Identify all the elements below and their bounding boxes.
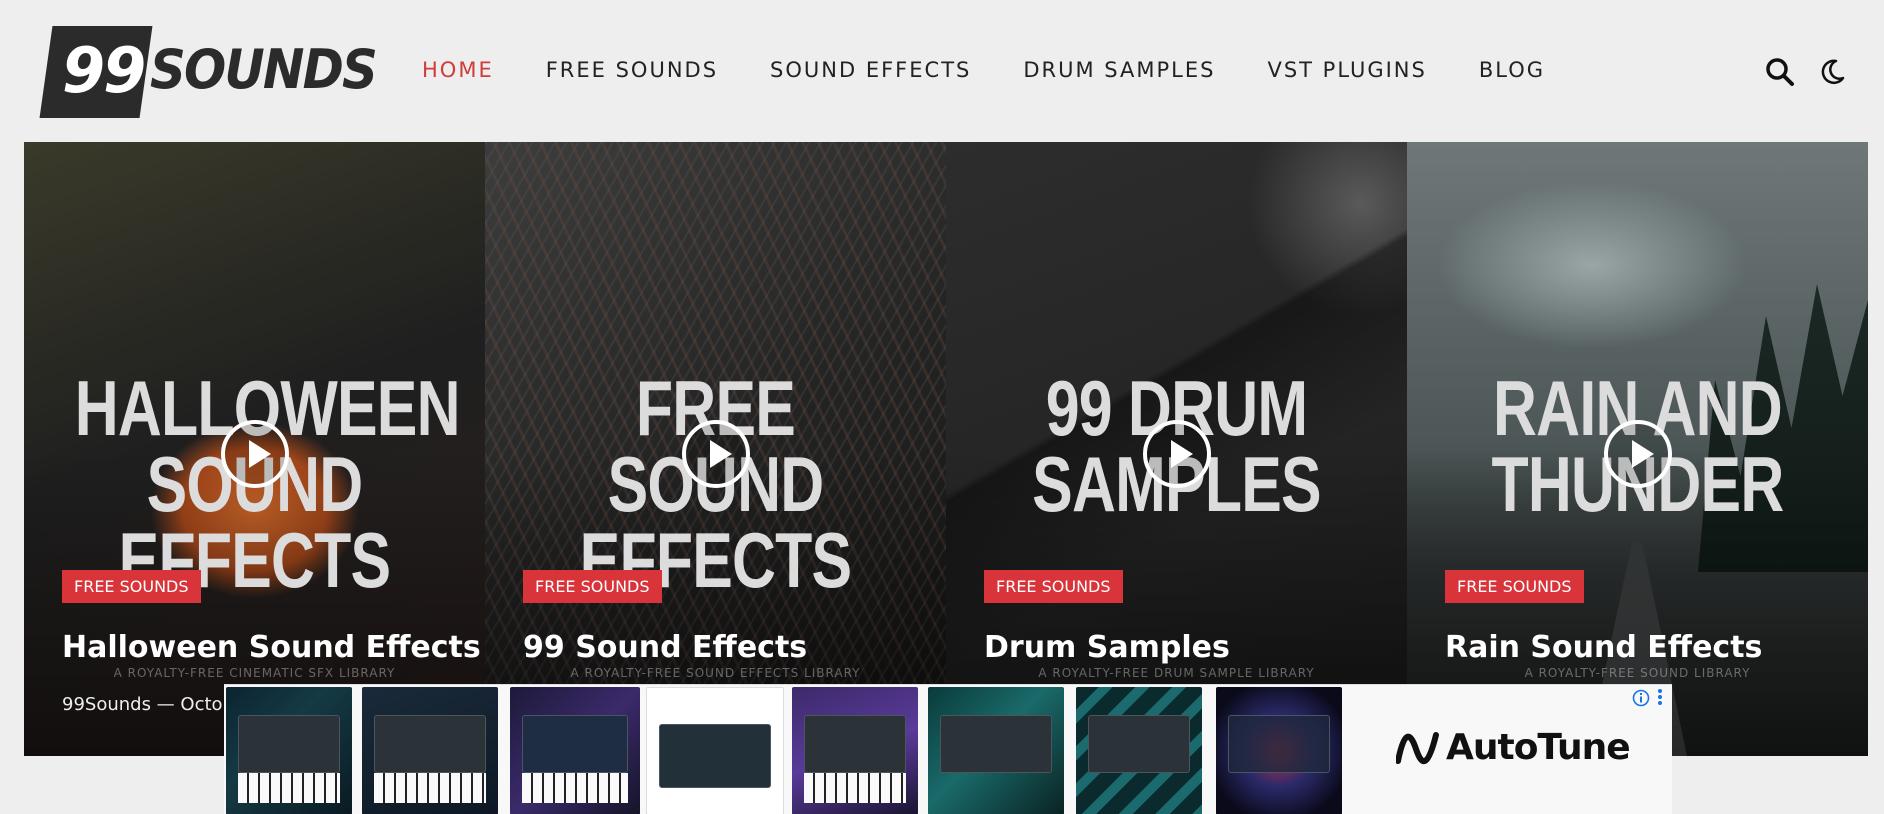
ad-thumbnail[interactable] bbox=[226, 687, 352, 814]
ad-thumbnail[interactable] bbox=[362, 687, 498, 814]
nav-drum-samples[interactable]: DRUM SAMPLES bbox=[1023, 58, 1215, 82]
ad-thumbnail[interactable] bbox=[1216, 687, 1342, 814]
play-icon[interactable] bbox=[220, 420, 289, 488]
card-artwork-subtitle: A ROYALTY-FREE CINEMATIC SFX LIBRARY bbox=[113, 666, 396, 680]
featured-card-rain[interactable]: RAIN AND THUNDER A ROYALTY-FREE SOUND LI… bbox=[1407, 142, 1868, 756]
card-meta: 99Sounds — Octob bbox=[62, 694, 234, 715]
ad-banner[interactable]: AutoTune bbox=[224, 684, 1672, 814]
card-artwork-subtitle: A ROYALTY-FREE DRUM SAMPLE LIBRARY bbox=[1038, 666, 1315, 680]
ad-brand[interactable]: AutoTune bbox=[1446, 727, 1631, 768]
main-nav: HOME FREE SOUNDS SOUND EFFECTS DRUM SAMP… bbox=[422, 58, 1597, 82]
card-title[interactable]: Halloween Sound Effects bbox=[62, 630, 481, 665]
nav-sound-effects[interactable]: SOUND EFFECTS bbox=[770, 58, 971, 82]
ad-thumbnail[interactable] bbox=[1076, 687, 1202, 814]
featured-carousel: HALLOWEEN SOUND EFFECTS A ROYALTY-FREE C… bbox=[24, 142, 1868, 756]
search-icon[interactable] bbox=[1764, 56, 1796, 88]
logo-word: SOUNDS bbox=[150, 38, 378, 101]
site-logo[interactable]: 99 SOUNDS bbox=[39, 26, 378, 118]
featured-card-halloween[interactable]: HALLOWEEN SOUND EFFECTS A ROYALTY-FREE C… bbox=[24, 142, 485, 756]
nav-blog[interactable]: BLOG bbox=[1479, 58, 1545, 82]
card-title[interactable]: 99 Sound Effects bbox=[523, 630, 807, 665]
card-artwork-subtitle: A ROYALTY-FREE SOUND LIBRARY bbox=[1524, 666, 1751, 680]
card-title[interactable]: Drum Samples bbox=[984, 630, 1230, 665]
autotune-logo-icon bbox=[1396, 732, 1439, 764]
featured-card-sound-effects[interactable]: FREE SOUND EFFECTS A ROYALTY-FREE SOUND … bbox=[485, 142, 946, 756]
ad-thumbnail[interactable] bbox=[646, 687, 784, 814]
nav-free-sounds[interactable]: FREE SOUNDS bbox=[546, 58, 718, 82]
more-vertical-icon[interactable] bbox=[1656, 687, 1664, 712]
nav-home[interactable]: HOME bbox=[422, 58, 494, 82]
play-icon[interactable] bbox=[1603, 420, 1672, 488]
logo-number: 99 bbox=[62, 34, 146, 107]
play-icon[interactable] bbox=[681, 420, 750, 488]
ad-thumbnail[interactable] bbox=[928, 687, 1064, 814]
category-badge[interactable]: FREE SOUNDS bbox=[523, 570, 662, 603]
card-artwork-subtitle: A ROYALTY-FREE SOUND EFFECTS LIBRARY bbox=[570, 666, 861, 680]
card-title[interactable]: Rain Sound Effects bbox=[1445, 630, 1762, 665]
moon-icon[interactable] bbox=[1816, 56, 1848, 88]
info-icon[interactable] bbox=[1632, 689, 1650, 712]
ad-thumbnail[interactable] bbox=[792, 687, 918, 814]
ad-thumbnail[interactable] bbox=[510, 687, 640, 814]
nav-vst-plugins[interactable]: VST PLUGINS bbox=[1267, 58, 1426, 82]
featured-card-drum-samples[interactable]: 99 DRUM SAMPLES A ROYALTY-FREE DRUM SAMP… bbox=[946, 142, 1407, 756]
site-header: 99 SOUNDS HOME FREE SOUNDS SOUND EFFECTS… bbox=[0, 0, 1884, 142]
category-badge[interactable]: FREE SOUNDS bbox=[1445, 570, 1584, 603]
category-badge[interactable]: FREE SOUNDS bbox=[984, 570, 1123, 603]
play-icon[interactable] bbox=[1142, 420, 1211, 488]
category-badge[interactable]: FREE SOUNDS bbox=[62, 570, 201, 603]
